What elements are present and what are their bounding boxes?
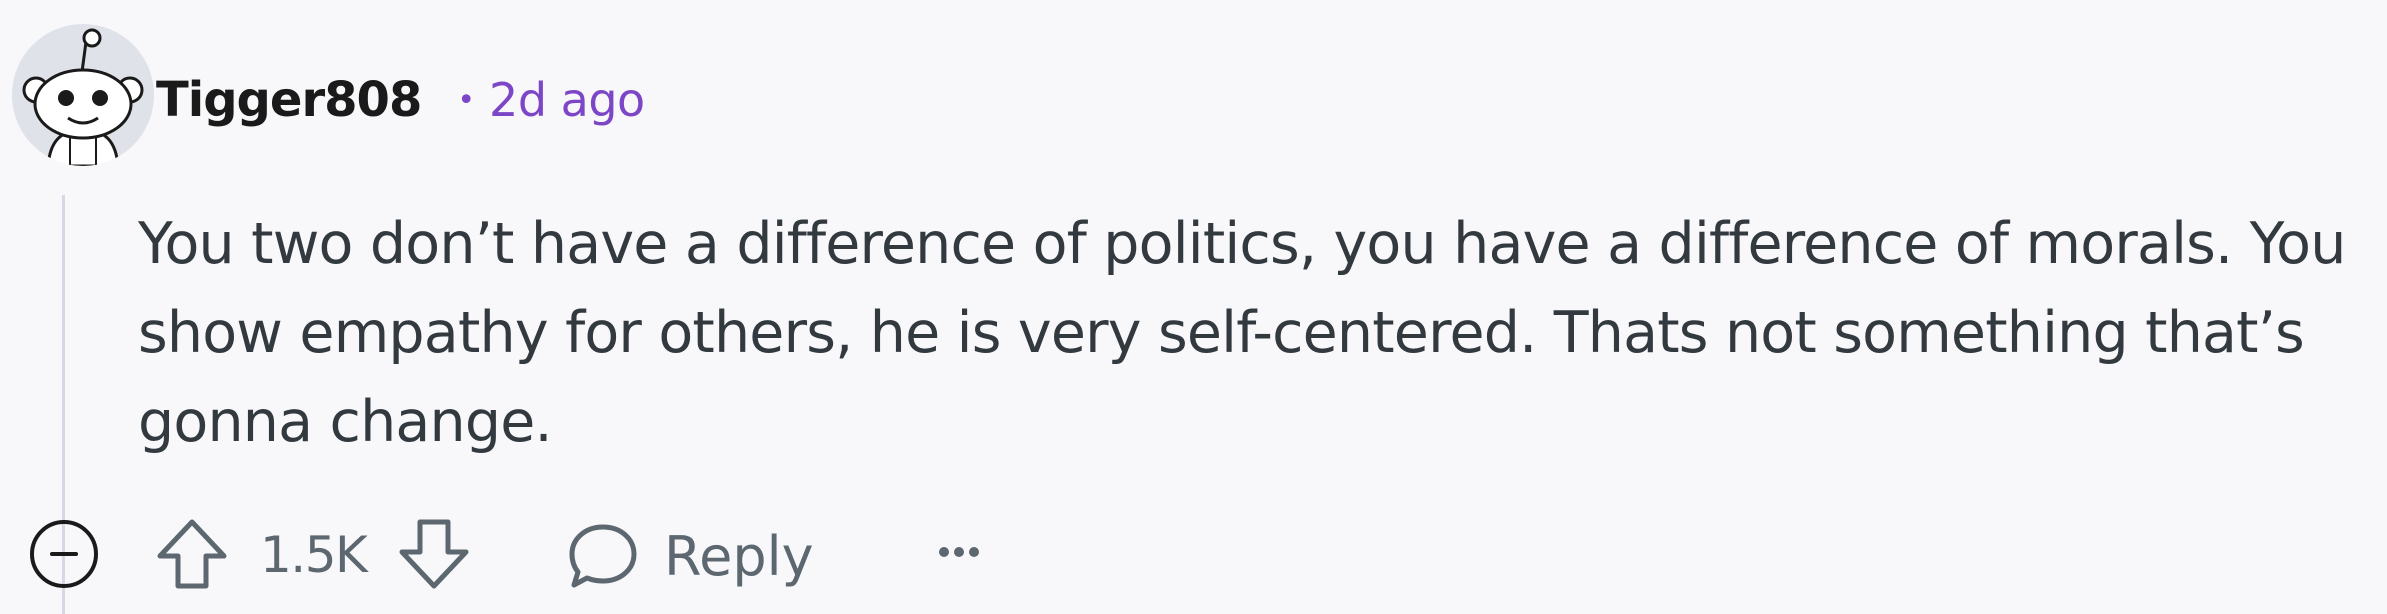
- minus-circle-icon: [30, 520, 98, 588]
- downvote-arrow-icon: [399, 519, 469, 589]
- downvote-button[interactable]: [396, 516, 472, 592]
- comment-header: Tigger808 • 2d ago: [156, 60, 645, 140]
- comment-body: You two don’t have a difference of polit…: [138, 211, 2346, 455]
- collapse-button[interactable]: [28, 518, 100, 590]
- comment-actions: 1.5K Reply: [28, 512, 1128, 598]
- avatar[interactable]: [12, 24, 154, 166]
- username[interactable]: Tigger808: [156, 72, 422, 128]
- separator-dot: •: [457, 82, 476, 118]
- upvote-button[interactable]: [154, 516, 230, 592]
- speech-bubble-icon: [569, 524, 637, 588]
- upvote-arrow-icon: [157, 519, 227, 589]
- snoo-avatar-icon: [12, 24, 154, 166]
- comment: Tigger808 • 2d ago You two don’t have a …: [0, 0, 2387, 614]
- vote-score: 1.5K: [260, 526, 368, 584]
- ellipsis-icon: [939, 547, 979, 557]
- timestamp[interactable]: 2d ago: [489, 73, 645, 127]
- more-options-button[interactable]: [928, 522, 990, 582]
- reply-button[interactable]: Reply: [568, 516, 814, 596]
- reply-label: Reply: [664, 524, 814, 588]
